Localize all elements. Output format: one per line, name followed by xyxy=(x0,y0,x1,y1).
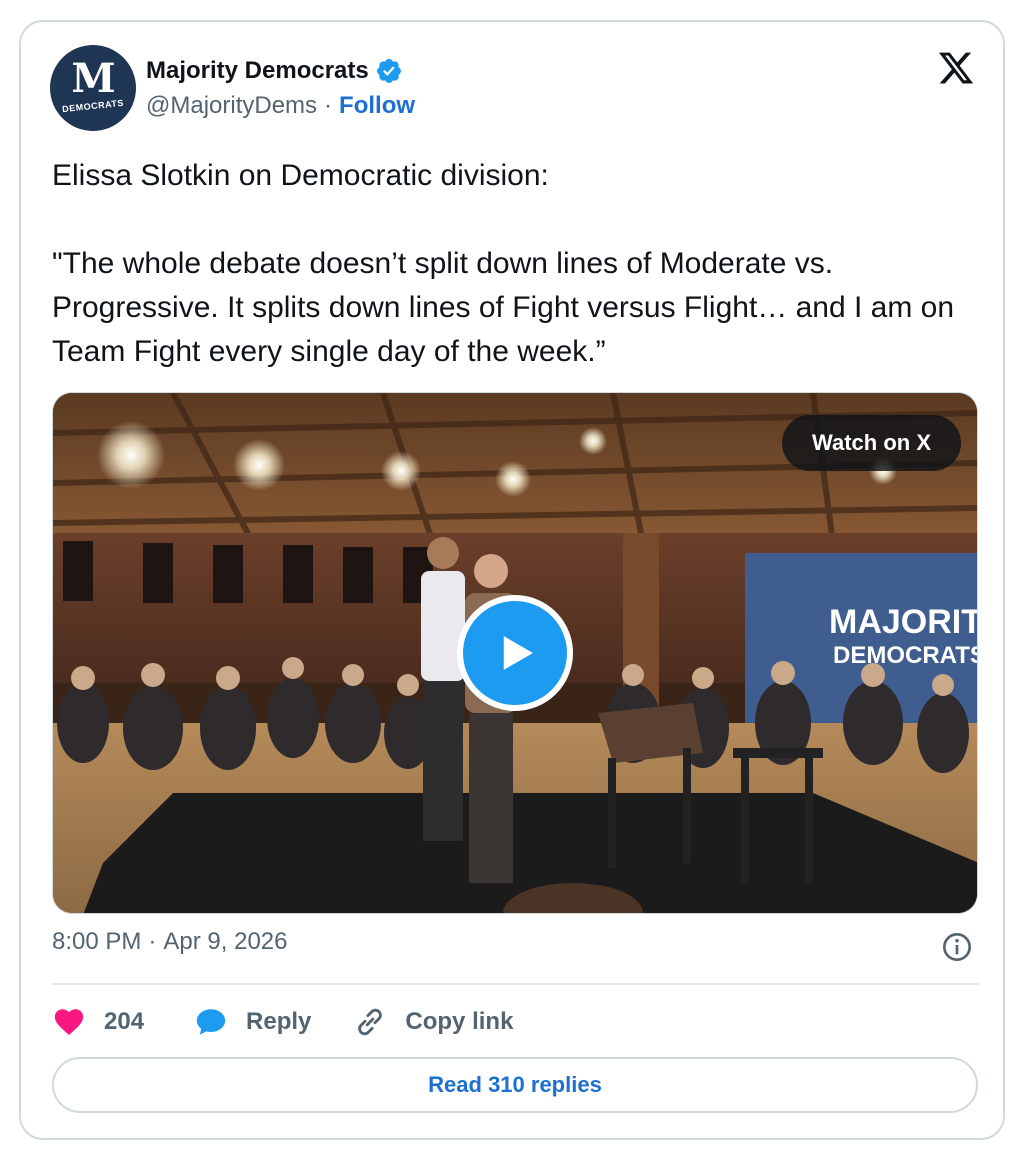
info-icon[interactable] xyxy=(941,931,973,963)
action-bar: 204 Reply Copy link xyxy=(52,1000,561,1044)
like-count: 204 xyxy=(104,1008,145,1035)
reply-button[interactable]: Reply xyxy=(194,1005,311,1039)
author-name-row: Majority Democrats xyxy=(146,54,403,88)
play-button[interactable] xyxy=(457,595,573,711)
banner-text-line2: DEMOCRATS xyxy=(833,642,978,669)
divider xyxy=(52,983,979,985)
tweet-date: Apr 9, 2026 xyxy=(163,928,288,955)
banner-text-line1: MAJORITY xyxy=(829,603,978,641)
avatar-letter: M xyxy=(71,55,115,102)
copy-link-label: Copy link xyxy=(405,1008,514,1035)
link-icon xyxy=(358,1008,383,1036)
like-button[interactable]: 204 xyxy=(52,1005,144,1039)
tweet-card: M DEMOCRATS Majority Democrats @Majority… xyxy=(19,20,1005,1140)
avatar[interactable]: M DEMOCRATS xyxy=(50,45,136,131)
author-handle[interactable]: @MajorityDems xyxy=(146,92,317,120)
play-icon xyxy=(503,636,533,670)
speech-bubble-icon xyxy=(196,1009,226,1035)
handle-separator: · xyxy=(324,92,333,119)
verified-badge-icon xyxy=(376,59,401,83)
heart-icon xyxy=(54,1009,84,1036)
watch-on-x-button[interactable]: Watch on X xyxy=(782,415,961,471)
reply-label: Reply xyxy=(246,1008,312,1035)
author-name[interactable]: Majority Democrats xyxy=(146,57,369,85)
tweet-timestamp[interactable]: 8:00 PM · Apr 9, 2026 xyxy=(52,928,287,956)
read-replies-button[interactable]: Read 310 replies xyxy=(52,1057,978,1113)
timestamp-separator: · xyxy=(148,928,157,955)
tweet-time: 8:00 PM xyxy=(52,928,142,955)
handle-row: @MajorityDems · Follow xyxy=(146,92,415,120)
x-logo-icon[interactable] xyxy=(936,49,976,87)
video-thumbnail[interactable]: MAJORITY DEMOCRATS xyxy=(52,392,978,914)
tweet-text: Elissa Slotkin on Democratic division: "… xyxy=(52,159,955,368)
copy-link-button[interactable]: Copy link xyxy=(353,1005,513,1039)
follow-button[interactable]: Follow xyxy=(339,92,415,120)
